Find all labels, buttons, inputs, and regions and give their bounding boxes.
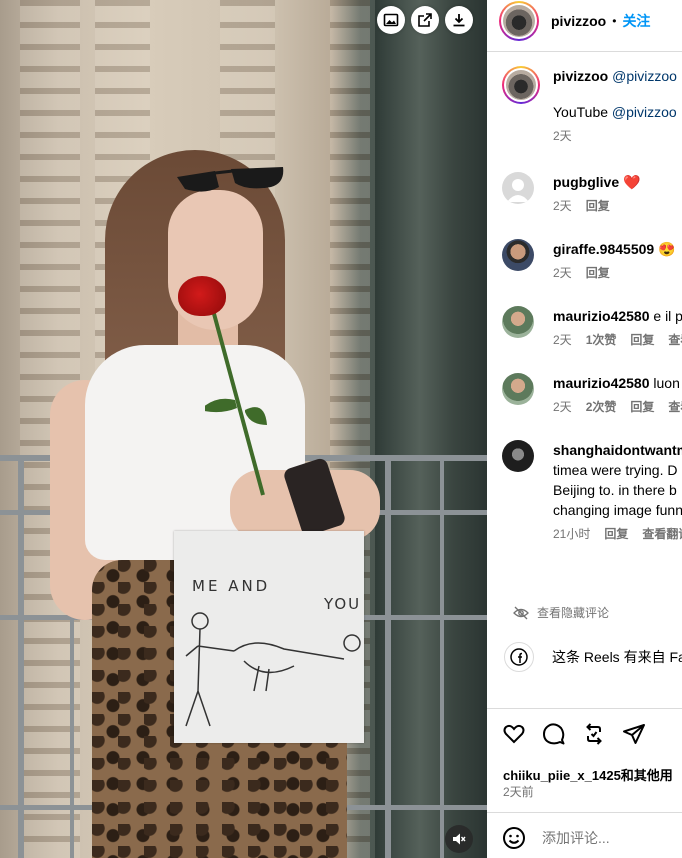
caption-time: 2天 (553, 129, 572, 143)
reply-button[interactable]: 回复 (630, 333, 654, 347)
drawing-paper: ME AND YOU (174, 531, 364, 743)
source-note-text: 这条 Reels 有来自 Fa (552, 649, 682, 665)
stick-figure-drawing: ME AND YOU (185, 577, 361, 727)
separator-dot: • (612, 14, 617, 28)
avatar (503, 5, 535, 37)
posted-time: 2天前 (503, 785, 534, 799)
like-count[interactable]: 2次赞 (586, 400, 617, 414)
avatar[interactable] (502, 373, 534, 405)
follow-button[interactable]: 关注 (622, 11, 650, 31)
emoji-icon[interactable] (502, 826, 526, 850)
caption-youtube-label: YouTube (553, 104, 609, 120)
action-bar (502, 722, 646, 746)
story-ring[interactable] (499, 1, 539, 41)
heart-icon[interactable] (502, 722, 526, 746)
comment-text: luon (653, 375, 680, 391)
open-external-icon[interactable] (411, 6, 439, 34)
comment-username[interactable]: shanghaidontwantm (553, 442, 682, 458)
reply-button[interactable]: 回复 (630, 400, 654, 414)
comment-text: ❤️ (623, 174, 641, 190)
drawing-text-2: YOU (323, 595, 361, 613)
comment-input[interactable] (542, 830, 682, 846)
translate-button[interactable]: 查看翻译 (642, 527, 682, 541)
comment-list: pivizzoo @pivizzoo YouTube @pivizzoo 2天 … (487, 52, 682, 707)
caption-username[interactable]: pivizzoo (553, 68, 608, 84)
caption-mention-2[interactable]: @pivizzoo (612, 104, 677, 120)
comment-time: 2天 (553, 266, 572, 280)
sunglasses (177, 167, 284, 192)
add-comment-bar (502, 826, 682, 850)
media-toolbar (377, 6, 473, 34)
view-hidden-comments-label: 查看隐藏评论 (537, 606, 610, 620)
comment-time: 21小时 (553, 527, 591, 541)
reel-video[interactable]: ME AND YOU (0, 0, 487, 858)
drawing-text-1: ME AND (192, 577, 270, 595)
comment-icon[interactable] (542, 722, 566, 746)
repost-icon[interactable] (582, 722, 606, 746)
comment-time: 2天 (553, 199, 572, 213)
comment-text-line: Beijing to. in there b (553, 482, 677, 498)
comment-username[interactable]: maurizio42580 (553, 308, 650, 324)
comment-text: e il p (653, 308, 682, 324)
facebook-icon (504, 642, 534, 672)
red-rose (178, 276, 226, 316)
input-divider (487, 812, 682, 813)
likes-summary[interactable]: chiiku_piie_x_1425和其他用 (503, 765, 673, 784)
share-icon[interactable] (622, 722, 646, 746)
comment-username[interactable]: pugbglive (553, 174, 619, 190)
caption-mention[interactable]: @pivizzoo (612, 68, 677, 84)
reply-button[interactable]: 回复 (586, 266, 610, 280)
avatar[interactable] (502, 239, 534, 271)
reply-button[interactable]: 回复 (604, 527, 628, 541)
header-username[interactable]: pivizzoo (551, 13, 606, 29)
comment-text: 😍 (658, 241, 676, 257)
view-button[interactable]: 查看 (668, 333, 682, 347)
comments-panel: pivizzoo • 关注 pivizzoo @pivizzoo YouTube… (487, 0, 682, 858)
avatar[interactable] (502, 440, 534, 472)
default-avatar[interactable] (502, 172, 534, 204)
actions-divider (487, 708, 682, 709)
like-count[interactable]: 1次赞 (586, 333, 617, 347)
rose-stem (205, 309, 267, 496)
caption-avatar[interactable] (502, 66, 540, 104)
speaker-muted-icon[interactable] (445, 825, 473, 853)
comment-text-line: changing image funn (553, 502, 682, 518)
avatar[interactable] (502, 306, 534, 338)
comment-time: 2天 (553, 400, 572, 414)
comment-username[interactable]: giraffe.9845509 (553, 241, 654, 257)
facebook-source-note[interactable]: 这条 Reels 有来自 Fa (504, 642, 682, 672)
comment-text-line: timea were trying. D (553, 462, 678, 478)
avatar (506, 70, 536, 100)
post-header: pivizzoo • 关注 (487, 0, 682, 42)
view-button[interactable]: 查看 (668, 400, 682, 414)
comment-username[interactable]: maurizio42580 (553, 375, 650, 391)
comment-time: 2天 (553, 333, 572, 347)
image-icon[interactable] (377, 6, 405, 34)
reply-button[interactable]: 回复 (586, 199, 610, 213)
eye-off-icon (513, 606, 529, 619)
download-icon[interactable] (445, 6, 473, 34)
view-hidden-comments[interactable]: 查看隐藏评论 (513, 604, 609, 621)
